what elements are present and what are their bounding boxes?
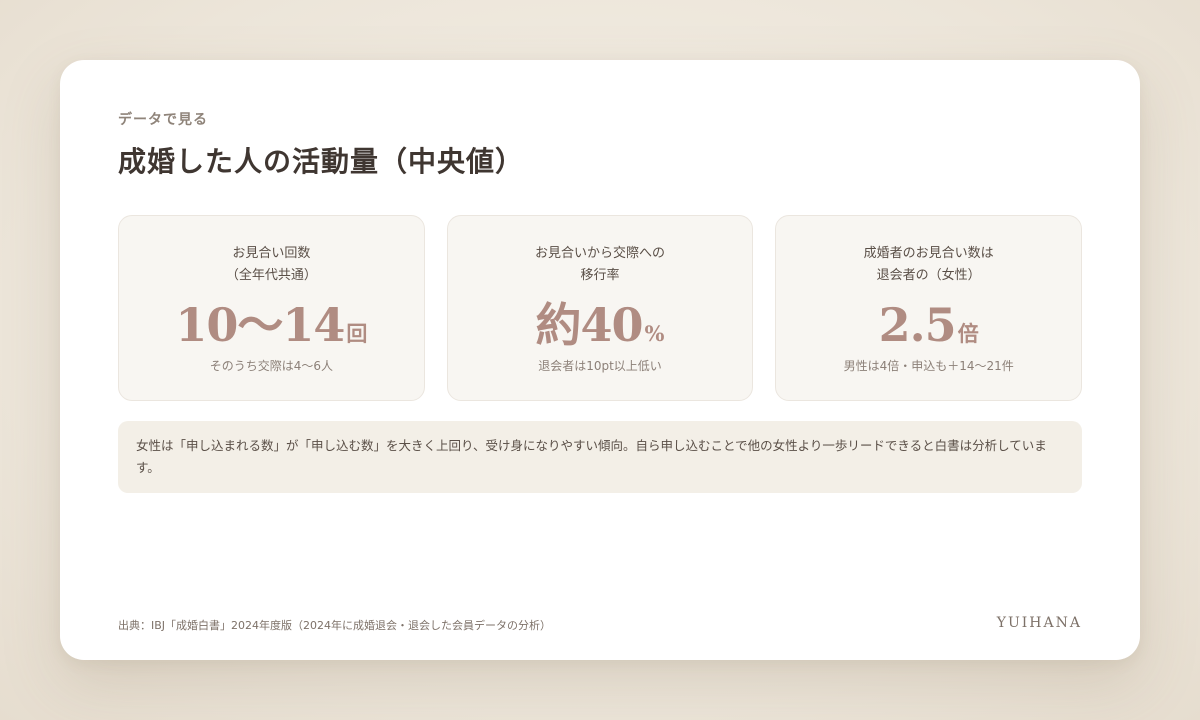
page-title: 成婚した人の活動量（中央値）	[118, 145, 525, 178]
stat-card-transition-rate: お見合いから交際への 移行率 約40% 退会者は10pt以上低い	[446, 215, 754, 401]
stat-label-line2: （全年代共通）	[225, 268, 317, 283]
stat-number: 2.5	[878, 298, 957, 352]
stat-card-omiai-count: お見合い回数 （全年代共通） 10〜14回 そのうち交際は4〜6人	[118, 215, 425, 401]
stat-unit: 倍	[957, 321, 979, 346]
stat-number: 10〜14	[175, 298, 345, 352]
stat-value: 2.5倍	[776, 295, 1081, 355]
slide-card: データで見る 成婚した人の活動量（中央値） お見合い回数 （全年代共通） 10〜…	[60, 60, 1140, 660]
analysis-note: 女性は「申し込まれる数」が「申し込む数」を大きく上回り、受け身になりやすい傾向。…	[118, 421, 1082, 493]
stat-number: 約40	[535, 298, 644, 352]
stat-label-line1: 成婚者のお見合い数は	[863, 246, 994, 261]
stat-unit: 回	[346, 321, 368, 346]
stat-note: そのうち交際は4〜6人	[209, 359, 333, 373]
stat-label: お見合い回数 （全年代共通）	[119, 243, 424, 287]
section-eyebrow: データで見る	[118, 112, 208, 128]
brand-logo: YUIHANA	[996, 615, 1082, 631]
source-citation: 出典：IBJ「成婚白書」2024年度版（2024年に成婚退会・退会した会員データ…	[118, 619, 552, 632]
stat-note: 男性は4倍・申込も＋14〜21件	[843, 359, 1014, 373]
stat-label-line1: お見合いから交際への	[535, 246, 666, 261]
stat-unit: %	[644, 321, 665, 346]
stat-label: お見合いから交際への 移行率	[448, 243, 753, 287]
stats-row: お見合い回数 （全年代共通） 10〜14回 そのうち交際は4〜6人 お見合いから…	[118, 215, 1083, 401]
stat-label-line2: 退会者の（女性）	[876, 268, 981, 283]
stat-label-line1: お見合い回数	[232, 246, 311, 261]
stat-label: 成婚者のお見合い数は 退会者の（女性）	[776, 243, 1081, 287]
stat-card-multiplier: 成婚者のお見合い数は 退会者の（女性） 2.5倍 男性は4倍・申込も＋14〜21…	[775, 215, 1083, 401]
stat-label-line2: 移行率	[580, 268, 620, 283]
stat-value: 10〜14回	[119, 295, 424, 355]
stat-note: 退会者は10pt以上低い	[538, 359, 662, 373]
stat-value: 約40%	[448, 295, 753, 355]
